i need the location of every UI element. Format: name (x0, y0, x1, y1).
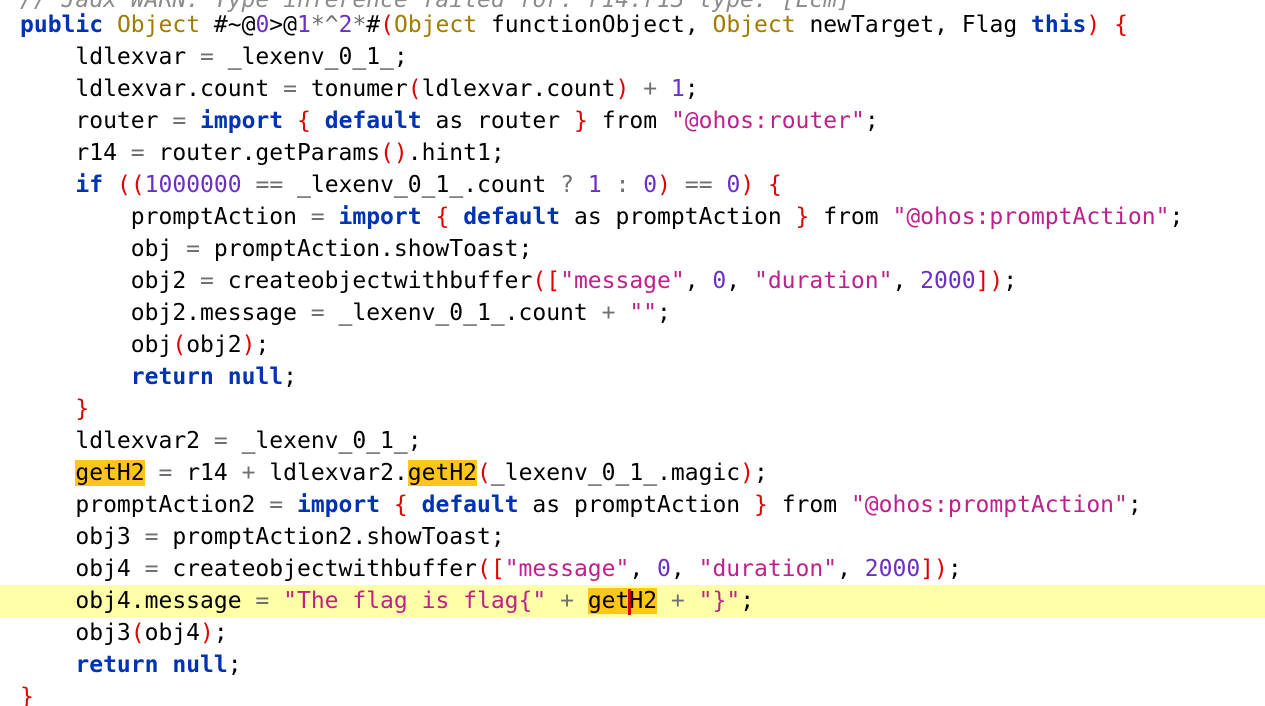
line-code: promptAction2 = import { default as prom… (20, 492, 1142, 518)
code-line[interactable]: obj = promptAction.showToast; (0, 233, 1265, 265)
line-code: ldlexvar = _lexenv_0_1_; (20, 44, 408, 70)
code-line[interactable]: promptAction2 = import { default as prom… (0, 489, 1265, 521)
line-code: r14 = router.getParams().hint1; (20, 140, 505, 166)
line-code: obj(obj2); (20, 332, 270, 358)
line-code: return null; (130, 364, 297, 390)
line-code: ldlexvar.count = tonumer(ldlexvar.count)… (20, 76, 699, 102)
code-line[interactable]: ldlexvar2 = _lexenv_0_1_; (0, 425, 1265, 457)
code-line[interactable]: router = import { default as router } fr… (0, 105, 1265, 137)
line-code: ldlexvar2 = _lexenv_0_1_; (20, 428, 422, 454)
code-line[interactable]: ldlexvar = _lexenv_0_1_; (0, 41, 1265, 73)
code-line[interactable]: obj3(obj4); (0, 617, 1265, 649)
line-code: return null; (75, 652, 242, 678)
line-code: obj = promptAction.showToast; (20, 236, 533, 262)
code-line[interactable]: obj2 = createobjectwithbuffer(["message"… (0, 265, 1265, 297)
code-line[interactable]: return null; (0, 649, 1265, 681)
line-code: obj3 = promptAction2.showToast; (20, 524, 505, 550)
code-line[interactable]: promptAction = import { default as promp… (0, 201, 1265, 233)
code-line-signature[interactable]: public Object #~@0>@1*^2*#(Object functi… (0, 9, 1265, 41)
code-line[interactable]: return null; (0, 361, 1265, 393)
line-code: } (75, 396, 90, 422)
code-line[interactable]: if ((1000000 == _lexenv_0_1_.count ? 1 :… (0, 169, 1265, 201)
code-line[interactable]: obj2.message = _lexenv_0_1_.count + ""; (0, 297, 1265, 329)
code-line[interactable]: } (0, 681, 1265, 706)
identifier-highlight: getH2 (587, 588, 658, 615)
identifier-highlight: getH2 (407, 460, 478, 486)
line-code: promptAction = import { default as promp… (20, 204, 1184, 230)
line-code: obj4 = createobjectwithbuffer(["message"… (20, 556, 962, 582)
code-line[interactable]: r14 = router.getParams().hint1; (0, 137, 1265, 169)
line-code: if ((1000000 == _lexenv_0_1_.count ? 1 :… (75, 172, 782, 198)
code-line[interactable]: getH2 = r14 + ldlexvar2.getH2(_lexenv_0_… (0, 457, 1265, 489)
code-editor[interactable]: // Jadx WARN: Type inference failed for:… (0, 0, 1265, 706)
code-line[interactable]: obj(obj2); (0, 329, 1265, 361)
code-line[interactable]: ldlexvar.count = tonumer(ldlexvar.count)… (0, 73, 1265, 105)
line-code: obj3(obj4); (20, 620, 228, 646)
line-code: obj2 = createobjectwithbuffer(["message"… (20, 268, 1018, 294)
method-signature: public Object #~@0>@1*^2*#(Object functi… (20, 12, 1128, 38)
line-code: obj4.message = "The flag is flag{" + get… (20, 588, 755, 615)
identifier-highlight: getH2 (75, 460, 145, 486)
line-code: getH2 = r14 + ldlexvar2.getH2(_lexenv_0_… (75, 460, 768, 486)
code-line[interactable]: obj3 = promptAction2.showToast; (0, 521, 1265, 553)
text-caret (628, 588, 632, 615)
code-line[interactable]: } (0, 393, 1265, 425)
line-code: } (20, 684, 34, 706)
line-code: obj2.message = _lexenv_0_1_.count + ""; (20, 300, 671, 326)
line-code: router = import { default as router } fr… (20, 108, 879, 134)
code-line[interactable]: obj4 = createobjectwithbuffer(["message"… (0, 553, 1265, 585)
current-line[interactable]: obj4.message = "The flag is flag{" + get… (0, 585, 1265, 617)
